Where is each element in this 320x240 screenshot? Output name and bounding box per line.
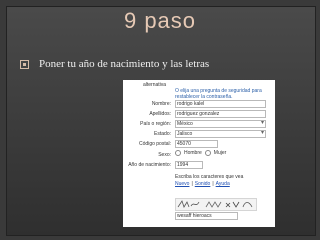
female-label: Mujer — [213, 150, 227, 156]
state-label: Estado: — [154, 131, 171, 137]
captcha-image — [175, 198, 257, 211]
form-screenshot: alternativa O elija una pregunta de segu… — [123, 80, 275, 227]
postal-code-field[interactable]: 45070 — [175, 140, 218, 148]
country-label: País o región: — [140, 121, 171, 127]
bullet-text: Poner tu año de nacimiento y las letras — [39, 58, 210, 70]
male-label: Hombre — [184, 150, 202, 156]
captcha-audio-link[interactable]: Sonido — [195, 181, 211, 187]
captcha-answer-field[interactable]: wesaff hieroacs — [175, 212, 238, 220]
first-name-label: Nombre: — [151, 101, 171, 107]
last-name-label: Apellidos: — [149, 111, 171, 117]
sex-label: Sexo: — [158, 152, 171, 158]
country-select[interactable]: México — [175, 120, 266, 128]
state-select[interactable]: Jalisco — [175, 130, 266, 138]
alt-text: alternativa — [143, 82, 167, 88]
birth-year-field[interactable]: 1994 — [175, 161, 203, 169]
female-radio[interactable] — [204, 150, 211, 156]
captcha-help-link[interactable]: Ayuda — [216, 181, 230, 187]
square-bullet-icon — [20, 59, 29, 69]
captcha-graphic — [177, 200, 253, 208]
bullet-item: Poner tu año de nacimiento y las letras — [20, 58, 209, 70]
last-name-field[interactable]: rodriguez gonzalez — [175, 110, 266, 118]
birth-year-label: Año de nacimiento: — [128, 162, 171, 168]
sex-radio-group: Hombre Mujer — [175, 150, 226, 156]
captcha-links: Nuevo | Sonido | Ayuda — [175, 181, 230, 187]
slide-title: 9 paso — [123, 8, 197, 33]
captcha-prompt: Escriba los caracteres que vea — [175, 174, 244, 180]
note-text: O elija una pregunta de seguridad para r… — [175, 88, 271, 100]
first-name-field[interactable]: rodrigo kalel — [175, 100, 266, 108]
male-radio[interactable] — [175, 150, 181, 156]
postal-code-label: Código postal: — [139, 141, 171, 147]
captcha-new-link[interactable]: Nuevo — [175, 181, 189, 187]
